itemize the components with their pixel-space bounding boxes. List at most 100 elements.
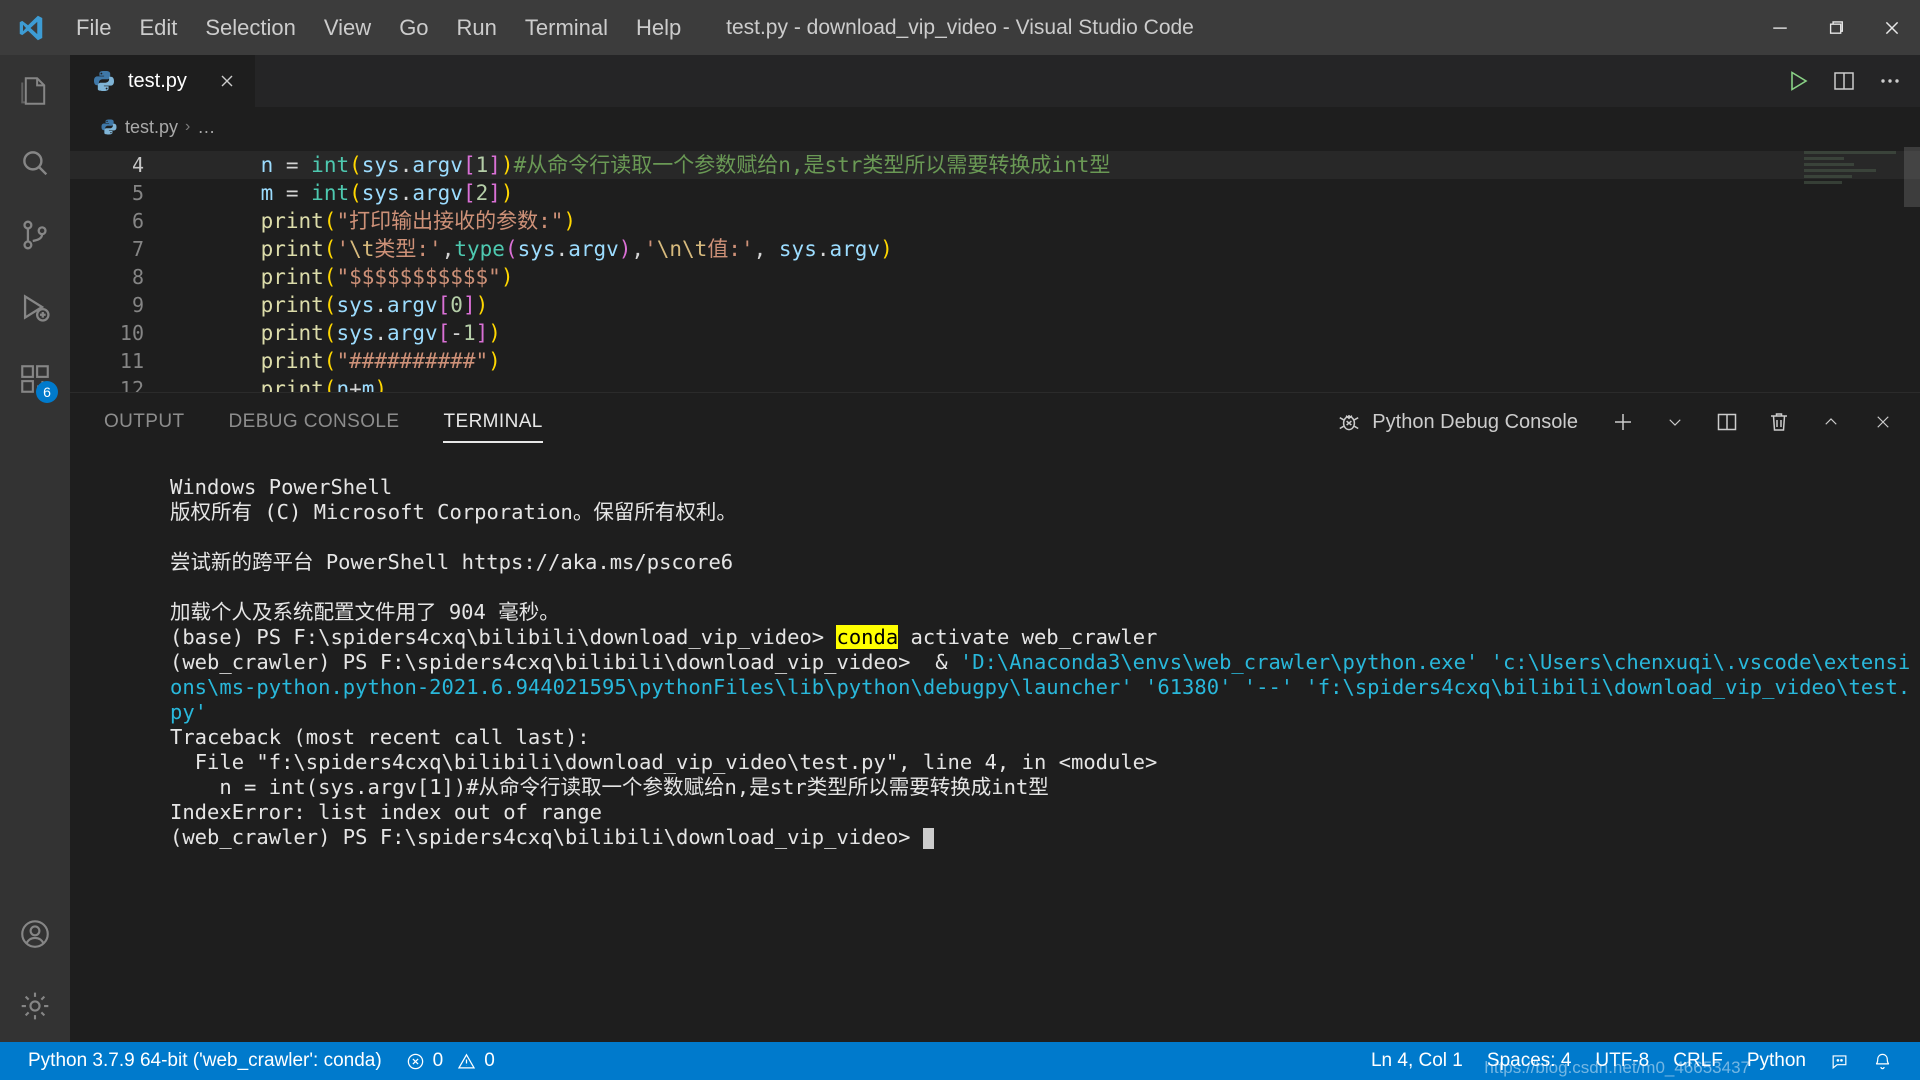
activity-bar: 6	[0, 55, 70, 1042]
account-icon[interactable]	[0, 898, 70, 970]
status-cursor-position[interactable]: Ln 4, Col 1	[1359, 1050, 1475, 1072]
python-file-icon	[101, 119, 117, 135]
close-icon[interactable]	[1864, 0, 1920, 55]
code-line[interactable]: 5 m = int(sys.argv[2])	[70, 179, 1920, 207]
status-error-count: 0	[432, 1050, 444, 1071]
editor-scrollbar-thumb[interactable]	[1904, 147, 1920, 207]
terminal-line: (web_crawler) PS F:\spiders4cxq\bilibili…	[170, 650, 1911, 724]
debug-console-icon	[1339, 414, 1359, 431]
terminal-selector-label: Python Debug Console	[1372, 410, 1578, 433]
trash-icon[interactable]	[1758, 401, 1800, 443]
breadcrumb-separator: ›	[185, 118, 191, 135]
code-line[interactable]: 8 print("$$$$$$$$$$$")	[70, 263, 1920, 291]
warning-triangle-icon	[458, 1053, 476, 1068]
status-eol[interactable]: CRLF	[1661, 1050, 1735, 1072]
sidebar-item-extensions[interactable]: 6	[0, 343, 70, 415]
menu-file[interactable]: File	[62, 0, 125, 55]
code-line[interactable]: 7 print('\t类型:',type(sys.argv),'\n\t值:',…	[70, 235, 1920, 263]
tab-terminal[interactable]: TERMINAL	[443, 393, 544, 451]
line-number: 9	[131, 293, 144, 317]
extensions-badge: 6	[36, 381, 58, 403]
menu-terminal[interactable]: Terminal	[511, 0, 622, 55]
python-file-icon	[94, 71, 114, 91]
code-line[interactable]: 11 print("##########")	[70, 347, 1920, 375]
close-icon[interactable]	[1862, 401, 1904, 443]
plus-icon[interactable]	[1602, 401, 1644, 443]
bottom-panel: OUTPUT DEBUG CONSOLE TERMINAL Python Deb…	[70, 392, 1920, 1042]
terminal-line: Traceback (most recent call last):	[170, 725, 590, 749]
tab-label: test.py	[128, 69, 187, 92]
line-text: print(n+m)	[260, 377, 388, 392]
line-text: print('\t类型:',type(sys.argv),'\n\t值:', s…	[260, 237, 893, 261]
run-play-icon[interactable]	[1786, 69, 1810, 93]
window-controls	[1752, 0, 1920, 55]
status-bar-right: Ln 4, Col 1 Spaces: 4 UTF-8 CRLF Python	[1359, 1050, 1904, 1072]
terminal-output[interactable]: Windows PowerShell 版权所有 (C) Microsoft Cor…	[70, 451, 1920, 1042]
line-text: n = int(sys.argv[1])#从命令行读取一个参数赋给n,是str类…	[260, 153, 1111, 177]
vscode-logo-icon	[0, 13, 62, 43]
split-icon[interactable]	[1706, 401, 1748, 443]
editor-action-bar	[1786, 55, 1920, 107]
line-text: print("打印输出接收的参数:")	[260, 209, 577, 233]
code-line[interactable]: 12 print(n+m)	[70, 375, 1920, 392]
bell-icon[interactable]	[1861, 1052, 1904, 1071]
split-editor-icon[interactable]	[1832, 69, 1856, 93]
code-lines[interactable]: 4 n = int(sys.argv[1])#从命令行读取一个参数赋给n,是st…	[70, 147, 1920, 392]
menu-selection[interactable]: Selection	[191, 0, 310, 55]
status-interpreter[interactable]: Python 3.7.9 64-bit ('web_crawler': cond…	[16, 1042, 394, 1080]
tab-debug-console[interactable]: DEBUG CONSOLE	[229, 393, 400, 451]
code-editor[interactable]: 4 n = int(sys.argv[1])#从命令行读取一个参数赋给n,是st…	[70, 147, 1920, 392]
terminal-line: 版权所有 (C) Microsoft Corporation。保留所有权利。	[170, 500, 737, 524]
menu-help[interactable]: Help	[622, 0, 695, 55]
sidebar-item-run-and-debug[interactable]	[0, 271, 70, 343]
tab-test-py[interactable]: test.py	[70, 55, 256, 107]
menu-go[interactable]: Go	[385, 0, 442, 55]
chevron-down-icon[interactable]	[1654, 401, 1696, 443]
terminal-line: (web_crawler) PS F:\spiders4cxq\bilibili…	[170, 825, 1920, 850]
panel-toolbar: Python Debug Console	[1336, 401, 1904, 443]
line-number: 12	[119, 377, 144, 392]
terminal-line: 尝试新的跨平台 PowerShell https://aka.ms/pscore…	[170, 550, 734, 574]
line-number: 5	[131, 181, 144, 205]
gear-icon[interactable]	[0, 970, 70, 1042]
line-number: 8	[131, 265, 144, 289]
code-line[interactable]: 9 print(sys.argv[0])	[70, 291, 1920, 319]
title-bar: File Edit Selection View Go Run Terminal…	[0, 0, 1920, 55]
minimap[interactable]	[1804, 151, 1904, 199]
chevron-up-icon[interactable]	[1810, 401, 1852, 443]
feedback-smiley-icon[interactable]	[1818, 1052, 1861, 1071]
line-text: print("$$$$$$$$$$$")	[260, 265, 514, 289]
breadcrumb[interactable]: test.py › …	[70, 107, 1920, 147]
menu-edit[interactable]: Edit	[125, 0, 191, 55]
sidebar-item-explorer[interactable]	[0, 55, 70, 127]
breadcrumb-more[interactable]: …	[197, 117, 215, 138]
line-number: 6	[131, 209, 144, 233]
sidebar-item-search[interactable]	[0, 127, 70, 199]
terminal-cursor	[922, 828, 934, 849]
terminal-selector[interactable]: Python Debug Console	[1336, 409, 1578, 435]
ellipsis-icon[interactable]	[1878, 69, 1902, 93]
sidebar-item-source-control[interactable]	[0, 199, 70, 271]
status-problems[interactable]: 0 0	[394, 1042, 507, 1080]
breadcrumb-file[interactable]: test.py	[125, 117, 178, 138]
line-number: 4	[131, 153, 144, 177]
line-text: print("##########")	[260, 349, 501, 373]
status-language-mode[interactable]: Python	[1735, 1050, 1818, 1072]
status-indentation[interactable]: Spaces: 4	[1475, 1050, 1584, 1072]
code-line[interactable]: 10 print(sys.argv[-1])	[70, 319, 1920, 347]
tab-output[interactable]: OUTPUT	[104, 393, 185, 451]
terminal-line: 加载个人及系统配置文件用了 904 毫秒。	[170, 600, 560, 624]
editor-scrollbar[interactable]	[1904, 147, 1920, 392]
status-encoding[interactable]: UTF-8	[1583, 1050, 1661, 1072]
menu-view[interactable]: View	[310, 0, 385, 55]
maximize-icon[interactable]	[1808, 0, 1864, 55]
menu-run[interactable]: Run	[443, 0, 511, 55]
panel-header: OUTPUT DEBUG CONSOLE TERMINAL Python Deb…	[70, 393, 1920, 451]
code-line[interactable]: 4 n = int(sys.argv[1])#从命令行读取一个参数赋给n,是st…	[70, 151, 1920, 179]
close-icon[interactable]	[213, 67, 241, 95]
minimize-icon[interactable]	[1752, 0, 1808, 55]
status-bar: Python 3.7.9 64-bit ('web_crawler': cond…	[0, 1042, 1920, 1080]
code-line[interactable]: 6 print("打印输出接收的参数:")	[70, 207, 1920, 235]
